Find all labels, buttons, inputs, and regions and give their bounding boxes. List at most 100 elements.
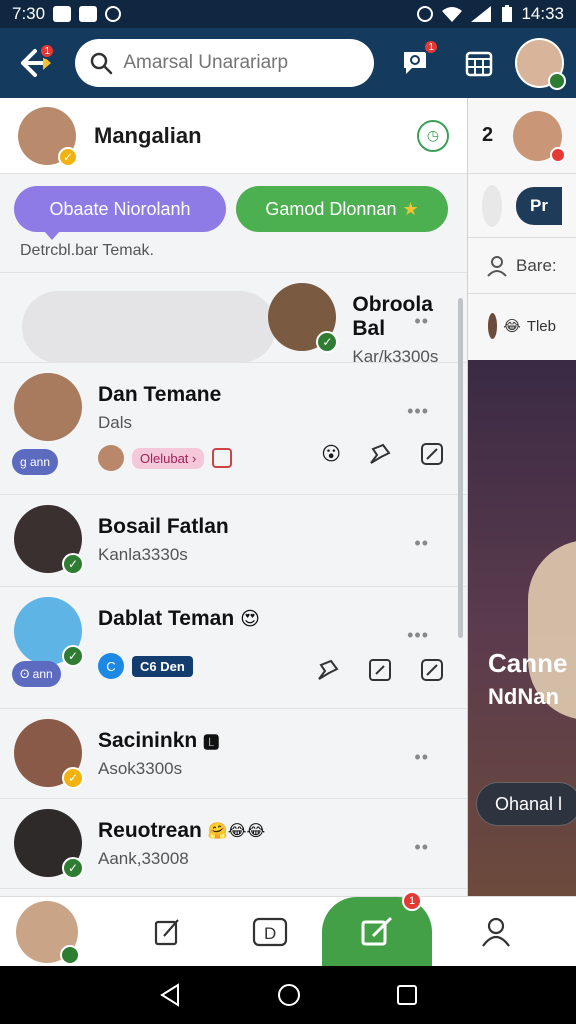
row-highlight [22,291,277,363]
settings-icon [105,6,122,22]
profile-icon [482,917,510,947]
chat-name-text: Dablat Teman [98,607,235,630]
preview-mini-avatar [482,184,503,227]
group-pill[interactable]: g ann [12,449,59,475]
compose-button[interactable]: 1 [322,890,432,967]
status-time-right: 14:33 [521,4,564,23]
emoji-icon: 😍 [240,608,260,630]
back-button[interactable]: 1 [12,37,63,89]
face-emoji-icon[interactable]: 😮 [321,443,341,466]
user-avatar[interactable] [514,38,566,90]
nav-avatar[interactable] [16,900,80,965]
contact-label: Tleb [526,317,556,335]
profile-avatar[interactable]: ✓ [18,106,78,167]
profile-header[interactable]: ✓ Mangalian ◷ [0,98,467,174]
notification-icon [53,6,72,22]
preview-share-label: Bare: [516,255,557,275]
tag-blue[interactable]: C6 Den [132,655,193,677]
bottom-nav: D 1 [0,890,576,967]
back-triangle-icon[interactable] [158,983,182,1007]
chat-row[interactable]: ✓ Dablat Teman 😍 C C6 Den ʘ ann ••• [0,587,467,709]
pill-gamod[interactable]: Gamod Dlonnan ★ [236,186,448,232]
nav-profile[interactable] [466,902,526,962]
preview-count: 2 [482,124,494,146]
alarm-icon [417,6,434,22]
more-icon[interactable]: •• [414,311,429,332]
chat-button[interactable]: 1 [394,39,440,85]
chat-name: Dablat Teman 😍 [98,607,431,631]
nav-notes[interactable] [138,902,198,962]
person-icon [487,255,507,277]
edit-square-icon[interactable] [419,657,445,683]
contact-emoji-icon: 😂 [503,318,521,335]
chat-list: ✓ Obroola Bal Kar/k3300s •• Dan Temane D… [0,273,467,889]
more-icon[interactable]: •• [414,747,429,768]
avatar [14,373,82,441]
more-icon[interactable]: •• [414,533,429,554]
section-label: Detrcbl.bar Temak. [0,232,467,273]
edit-square-icon[interactable] [419,441,445,467]
chat-row[interactable]: ✓ Sacininkn 🅻 Asok3300s •• [0,709,467,799]
chat-row[interactable]: ✓ Bosail Fatlan Kanla3330s •• [0,495,467,587]
chat-row[interactable]: Dan Temane Dals Olelubat › g ann ••• 😮 [0,363,467,495]
chat-name: Reuotrean 🤗😂😂 [98,819,438,843]
emoji-icon: 🤗😂😂 [207,823,266,840]
online-check-icon [548,72,566,90]
chat-row[interactable]: ✓ Obroola Bal Kar/k3300s •• [0,273,467,366]
tag-pink[interactable]: Olelubat › [132,447,205,469]
battery-icon [502,5,513,22]
chat-subtitle: Asok3300s [98,759,183,778]
nav-d[interactable]: D [240,902,300,962]
preview-panel[interactable]: 2 Pr Bare: 😂 Tleb Canne NdNan Ohanal l [468,98,576,896]
home-circle-icon[interactable] [277,983,301,1007]
preview-actions: Pr [468,174,576,238]
recents-square-icon[interactable] [396,984,418,1006]
chat-name-text: Sacininkn [98,729,198,752]
check-icon: ✓ [62,645,84,667]
filter-pills: Obaate Niorolanh Gamod Dlonnan ★ [0,174,467,240]
calendar-grid-icon [465,51,493,77]
avatar: ✓ [14,597,84,667]
mini-avatar [98,445,124,471]
media-icon [212,448,233,468]
search-input[interactable] [123,52,360,74]
chat-subtitle: Aank,33008 [98,849,189,868]
svg-text:D: D [264,924,276,943]
avatar: ✓ [268,283,339,353]
hero-subcaption: NdNan [488,684,559,709]
compose-icon [361,916,393,945]
preview-share[interactable]: Bare: [468,238,576,294]
more-icon[interactable]: ••• [407,401,429,422]
chat-panel: ✓ Mangalian ◷ Obaate Niorolanh Gamod Dlo… [0,98,468,896]
emoji-icon: 🅻 [203,735,220,752]
more-icon[interactable]: ••• [407,625,429,646]
edit-icon[interactable] [367,657,393,683]
chat-name: Dan Temane [98,383,222,406]
check-icon: ✓ [316,331,339,353]
avatar: ✓ [14,719,84,789]
check-icon: ✓ [62,553,84,575]
chat-subtitle: Kar/k3300s [352,347,439,366]
signal-icon [471,6,492,22]
chat-name: Sacininkn 🅻 [98,729,438,753]
search-bar[interactable] [75,39,374,87]
group-pill[interactable]: ʘ ann [12,661,61,687]
chat-subtitle: Dals [98,413,133,432]
hero-button[interactable]: Ohanal l [476,782,576,826]
pin-icon[interactable] [367,441,393,467]
contact-avatar [488,313,498,339]
chat-row[interactable]: ✓ Reuotrean 🤗😂😂 Aank,33008 •• [0,799,467,889]
preview-avatar[interactable] [513,110,566,163]
clock-icon[interactable]: ◷ [417,119,449,152]
calendar-button[interactable] [457,41,500,85]
scrollbar[interactable] [458,298,463,638]
more-icon[interactable]: •• [414,837,429,858]
pin-icon[interactable] [315,657,341,683]
preview-button[interactable]: Pr [516,186,562,225]
round-c-icon: C [98,653,124,679]
preview-contact[interactable]: 😂 Tleb [468,294,576,358]
message-icon [79,6,98,22]
pill-obaate[interactable]: Obaate Niorolanh [14,186,226,240]
preview-hero: Canne NdNan Ohanal l [468,360,576,896]
chat-actions: 😮 [321,441,445,467]
